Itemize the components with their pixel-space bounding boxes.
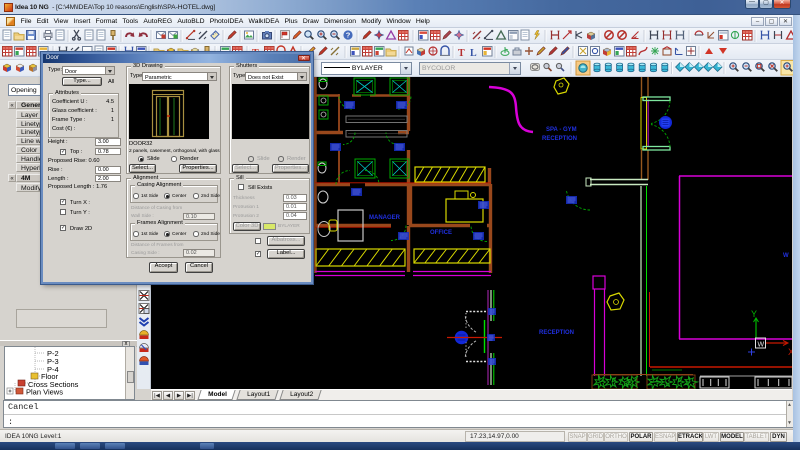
svg-text:L: L <box>470 48 477 59</box>
svg-text:T: T <box>458 48 465 59</box>
svg-text:W: W <box>758 342 765 349</box>
svg-text:MANAGER: MANAGER <box>369 215 401 221</box>
svg-text:X: X <box>788 347 792 357</box>
svg-text:OFFICE: OFFICE <box>430 230 452 236</box>
svg-text:Plan Views: Plan Views <box>26 388 63 397</box>
svg-text:RECEPTION: RECEPTION <box>542 136 577 142</box>
svg-text:?: ? <box>346 31 351 40</box>
svg-text:RECEPTION: RECEPTION <box>539 330 574 336</box>
svg-text:SPA - GYM: SPA - GYM <box>546 127 577 133</box>
svg-text:W: W <box>783 253 789 259</box>
